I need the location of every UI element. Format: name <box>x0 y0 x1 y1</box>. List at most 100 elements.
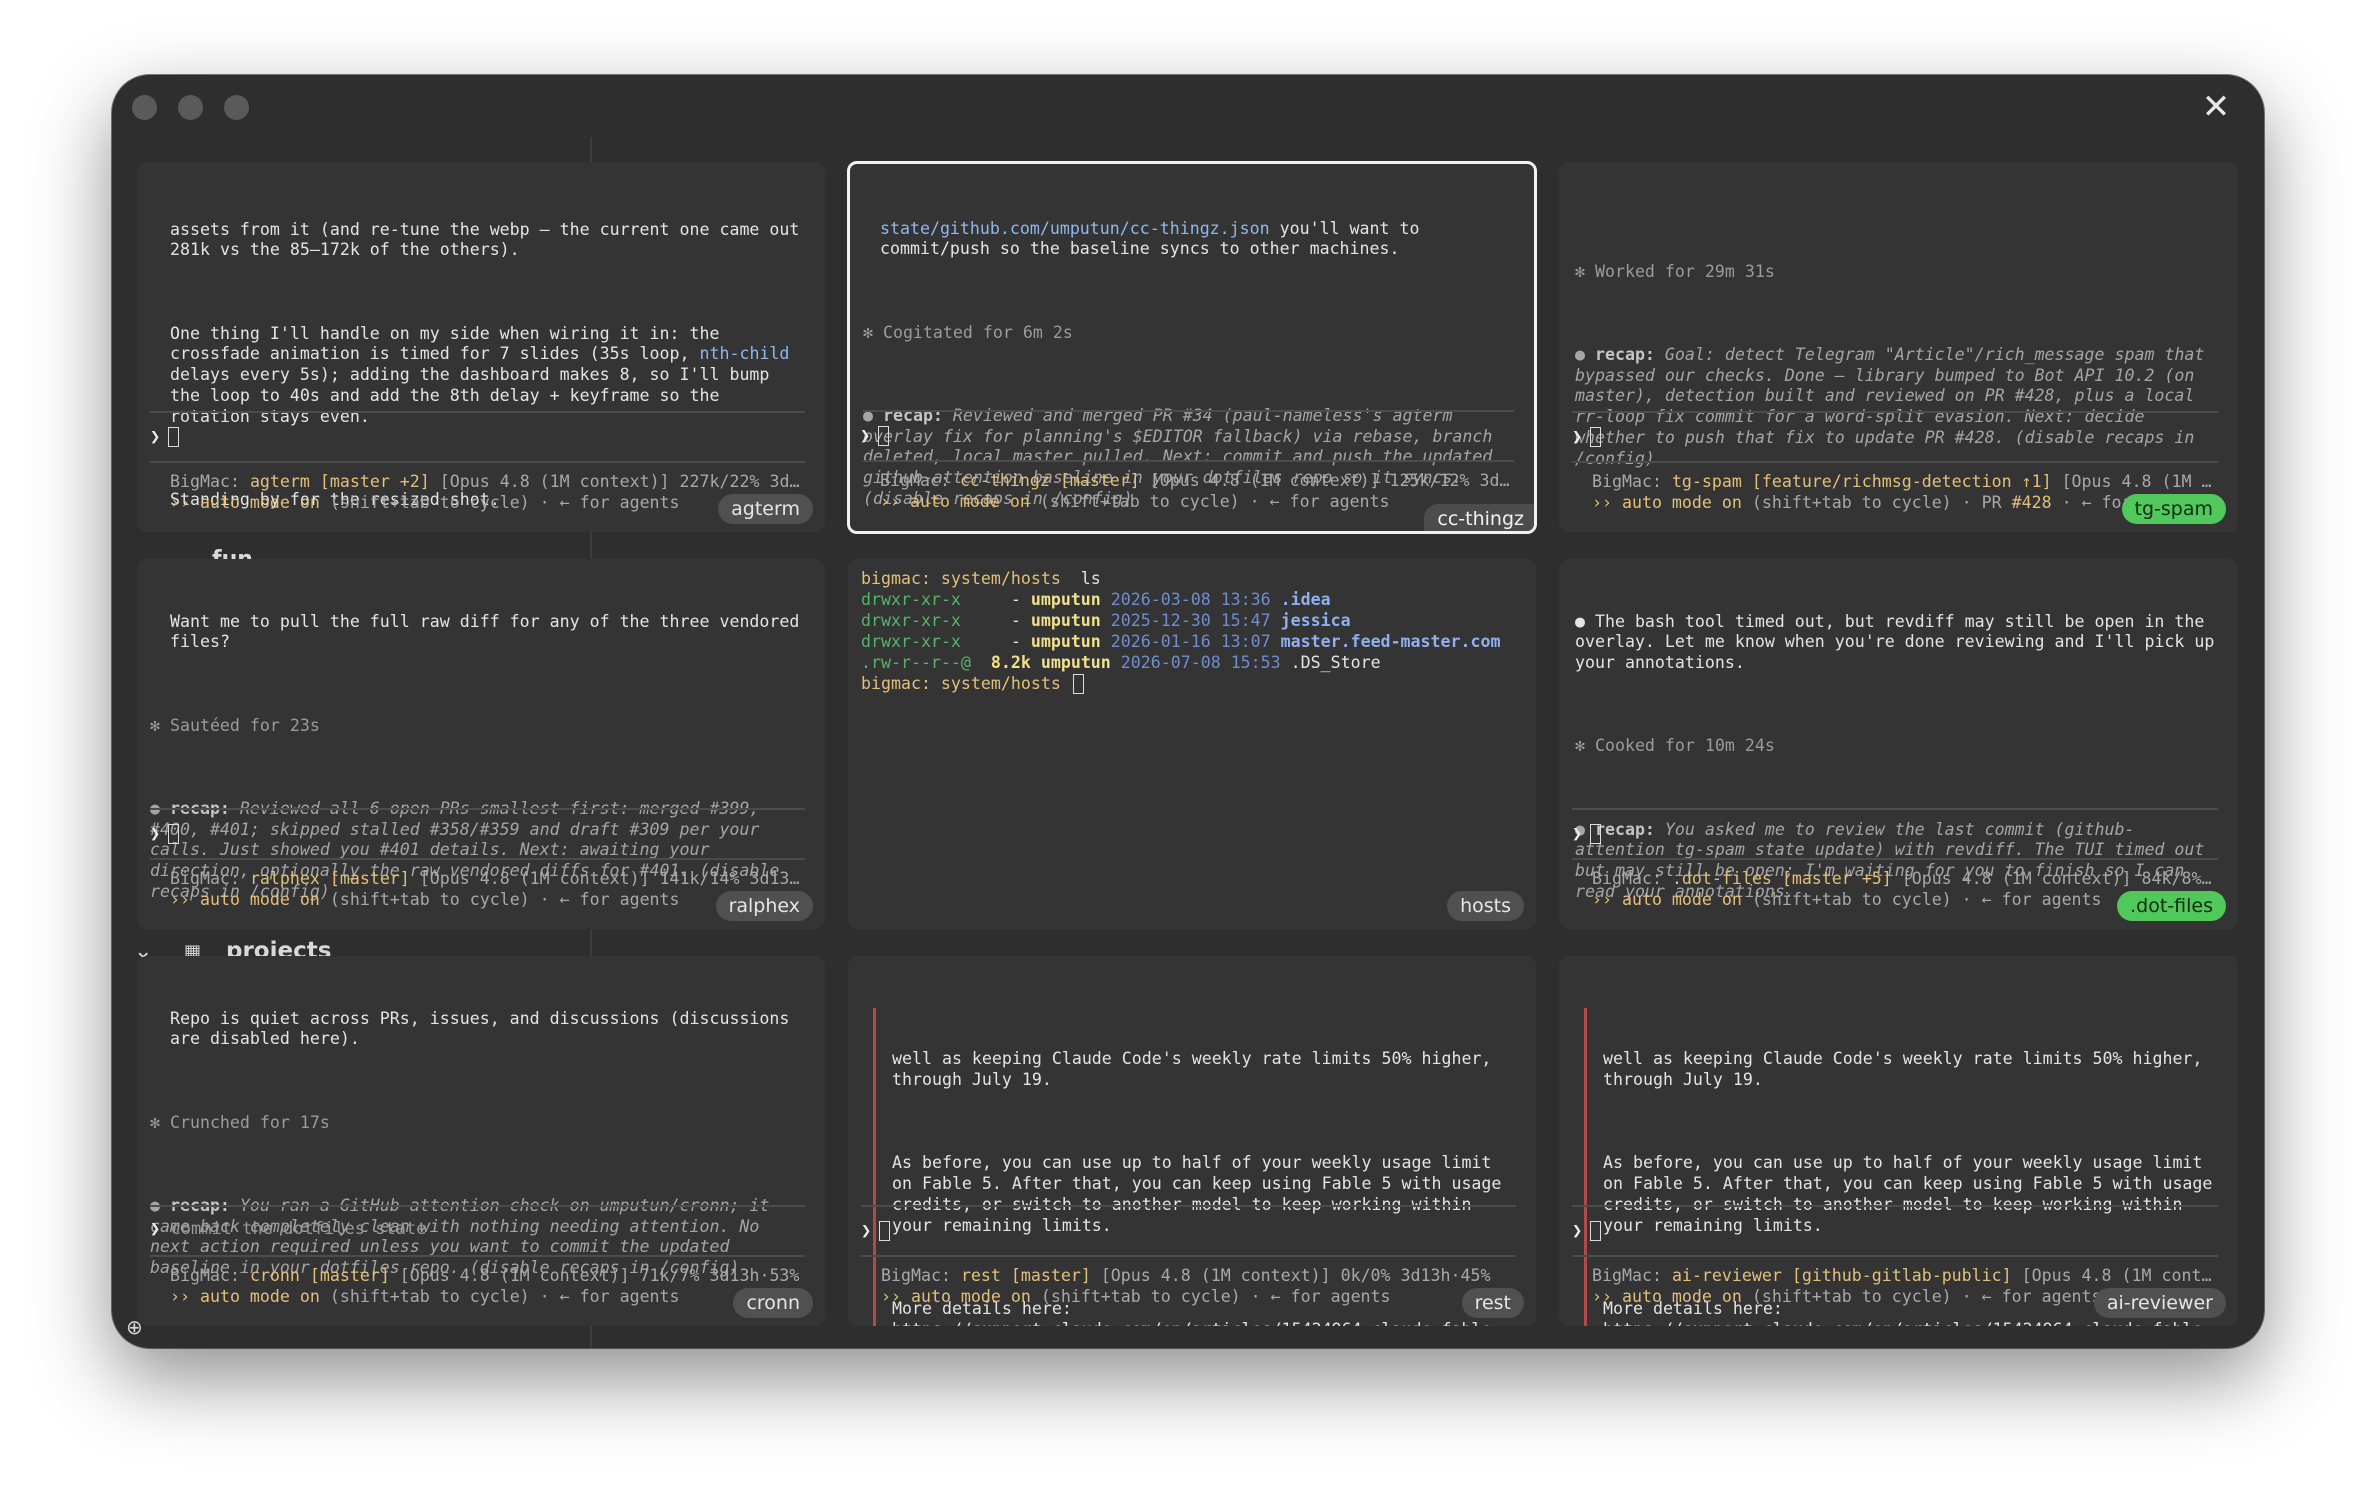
status-line: BigMac: cronn [master] [Opus 4.8 (1M con… <box>170 1266 800 1285</box>
elapsed-text: ✻ Cooked for 10m 24s <box>1575 736 1775 756</box>
title-bar: ✕ <box>112 75 2264 135</box>
ls-name[interactable]: .DS_Store <box>1291 653 1381 672</box>
status-line: BigMac: ralphex [master] [Opus 4.8 (1M c… <box>170 869 805 888</box>
close-window-button[interactable] <box>132 95 157 120</box>
minimize-window-button[interactable] <box>178 95 203 120</box>
pane-ai-reviewer[interactable]: well as keeping Claude Code's weekly rat… <box>1559 956 2238 1326</box>
ls-size: - <box>970 632 1021 651</box>
divider <box>150 858 805 860</box>
terminal-window: ✕ fun ⌄ ▦ projects assets from it (and r… <box>112 75 2264 1348</box>
mode-line: ›› auto mode on (shift+tab to cycle) · ←… <box>170 890 680 909</box>
shell-prompt-line: bigmac: system/hosts ls <box>861 569 1101 588</box>
text-cursor <box>168 824 180 844</box>
prompt-suggestion: commit the dotfiles state <box>170 1219 427 1239</box>
shell-output: bigmac: system/hosts ls drwxr-xr-x - umpu… <box>861 568 1500 695</box>
pane-tag-cronn[interactable]: cronn <box>733 1288 813 1318</box>
status-line: BigMac: cc-thingz [master] [Opus 4.8 (1M… <box>880 471 1514 490</box>
prompt-chevron-icon: ❯ <box>1572 1221 1583 1241</box>
output-paragraph: state/github.com/umputun/cc-thingz.json … <box>880 219 1514 261</box>
divider <box>150 411 805 413</box>
zoom-window-button[interactable] <box>224 95 249 120</box>
prompt-chevron-icon: ❯ <box>150 427 161 447</box>
ls-name[interactable]: .idea <box>1281 590 1331 609</box>
text-cursor <box>1072 674 1084 694</box>
ls-row: drwxr-xr-x - umputun 2025-12-30 15:47 je… <box>861 610 1500 631</box>
output-text: Want me to pull the full raw diff for an… <box>170 611 810 652</box>
output-text: well as keeping Claude Code's weekly rat… <box>892 1049 1502 1089</box>
ls-date: 2026-07-08 15:53 <box>1120 653 1281 672</box>
ls-user: umputun <box>1030 632 1101 651</box>
prompt-chevron-icon: ❯ <box>861 1221 872 1241</box>
text-cursor <box>879 1221 891 1241</box>
prompt-input[interactable]: ❯ commit the dotfiles state <box>150 1219 426 1239</box>
pane-dot-files[interactable]: ● The bash tool timed out, but revdiff m… <box>1559 559 2238 929</box>
divider <box>150 461 805 463</box>
ls-name[interactable]: jessica <box>1281 611 1351 630</box>
ls-user: umputun <box>1040 653 1111 672</box>
pane-rest[interactable]: well as keeping Claude Code's weekly rat… <box>848 956 1536 1326</box>
divider <box>863 460 1514 462</box>
text-cursor <box>878 426 890 446</box>
mode-line: ›› auto mode on (shift+tab to cycle) · ←… <box>170 493 680 512</box>
output-text: As before, you can use up to half of you… <box>1603 1153 2213 1235</box>
pane-tag-agterm[interactable]: agterm <box>718 494 813 524</box>
close-icon[interactable]: ✕ <box>2196 87 2236 127</box>
prompt-input[interactable]: ❯ <box>860 426 890 446</box>
ls-perm: .rw-r--r--@ <box>861 653 971 672</box>
status-line: BigMac: rest [master] [Opus 4.8 (1M cont… <box>881 1266 1491 1285</box>
prompt-input[interactable]: ❯ <box>150 427 180 447</box>
pane-tag-hosts[interactable]: hosts <box>1447 891 1524 921</box>
pane-tag-ralphex[interactable]: ralphex <box>715 891 813 921</box>
pane-tg-spam[interactable]: ✻ Worked for 29m 31s ● recap: Goal: dete… <box>1559 162 2238 532</box>
pane-tag-dot-files[interactable]: .dot-files <box>2117 891 2226 921</box>
divider <box>1572 808 2218 810</box>
prompt-input[interactable]: ❯ <box>150 824 180 844</box>
divider <box>1572 1255 2218 1257</box>
elapsed-text: ✻ Worked for 29m 31s <box>1575 261 1775 281</box>
mode-line: ›› auto mode on (shift+tab to cycle) · ←… <box>881 1287 1391 1306</box>
text-cursor <box>1590 824 1602 844</box>
pane-tag-tg-spam[interactable]: tg-spam <box>2121 494 2226 524</box>
status-line: BigMac: tg-spam [feature/richmsg-detecti… <box>1592 472 2218 491</box>
output-text: As before, you can use up to half of you… <box>892 1153 1502 1235</box>
elapsed-text: ✻ Sautéed for 23s <box>150 715 320 735</box>
ls-perm: drwxr-xr-x <box>861 590 961 609</box>
divider <box>863 410 1514 412</box>
divider <box>1572 1205 2218 1207</box>
pane-tag-cc-thingz[interactable]: cc-thingz <box>1424 504 1534 531</box>
prompt-input[interactable]: ❯ <box>1572 427 1602 447</box>
prompt-input[interactable]: ❯ <box>1572 1221 1602 1241</box>
text-cursor <box>168 427 180 447</box>
divider <box>1572 411 2218 413</box>
pane-tag-ai-reviewer[interactable]: ai-reviewer <box>2093 1288 2226 1318</box>
prompt-input[interactable]: ❯ <box>861 1221 891 1241</box>
ls-date: 2026-01-16 13:07 <box>1110 632 1271 651</box>
pane-hosts[interactable]: bigmac: system/hosts ls drwxr-xr-x - umpu… <box>848 559 1536 929</box>
ls-size: 8.2k <box>980 653 1031 672</box>
pane-ralphex[interactable]: Want me to pull the full raw diff for an… <box>137 559 825 929</box>
ls-user: umputun <box>1030 611 1101 630</box>
prompt-input[interactable]: ❯ <box>1572 824 1602 844</box>
shell-prompt-line[interactable]: bigmac: system/hosts <box>861 673 1500 695</box>
ls-row: drwxr-xr-x - umputun 2026-01-16 13:07 ma… <box>861 631 1500 652</box>
output-text: Repo is quiet across PRs, issues, and di… <box>170 1008 800 1049</box>
inline-code: nth-child <box>699 344 790 364</box>
ls-date: 2025-12-30 15:47 <box>1110 611 1271 630</box>
output-text: well as keeping Claude Code's weekly rat… <box>1603 1049 2213 1089</box>
mode-line: ›› auto mode on (shift+tab to cycle) · ←… <box>170 1287 680 1306</box>
ls-perm: drwxr-xr-x <box>861 632 961 651</box>
divider <box>150 1205 805 1207</box>
pane-cc-thingz[interactable]: state/github.com/umputun/cc-thingz.json … <box>847 161 1537 534</box>
ls-row: .rw-r--r--@ 8.2k umputun 2026-07-08 15:5… <box>861 652 1500 673</box>
prompt-chevron-icon: ❯ <box>1572 427 1583 447</box>
ls-date: 2026-03-08 13:36 <box>1110 590 1271 609</box>
prompt-chevron-icon: ❯ <box>1572 824 1583 844</box>
divider <box>1572 461 2218 463</box>
file-path-link[interactable]: state/github.com/umputun/cc-thingz.json <box>880 219 1270 238</box>
add-pane-icon[interactable]: ⊕ <box>126 1315 143 1339</box>
ls-name[interactable]: master.feed-master.com <box>1281 632 1501 651</box>
text-cursor <box>1590 1221 1602 1241</box>
pane-tag-rest[interactable]: rest <box>1461 1288 1524 1318</box>
pane-agterm[interactable]: assets from it (and re-tune the webp — t… <box>137 162 825 532</box>
pane-cronn[interactable]: Repo is quiet across PRs, issues, and di… <box>137 956 825 1326</box>
